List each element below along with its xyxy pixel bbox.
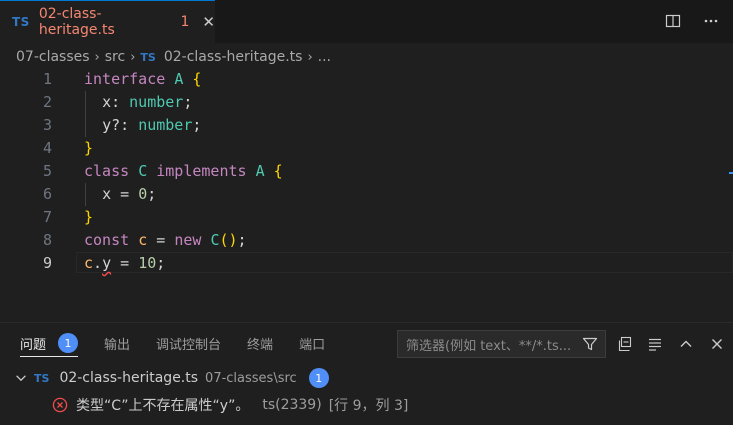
problems-filter-input[interactable]: 筛选器(例如 text、**/*.ts... bbox=[397, 330, 606, 358]
code-text: c.y = 10; bbox=[84, 254, 166, 272]
tab-label: 终端 bbox=[247, 337, 274, 353]
line-number: 2 bbox=[42, 93, 52, 111]
tab-filename: 02-class-heritage.ts bbox=[38, 6, 115, 38]
typescript-file-icon: TS bbox=[34, 371, 50, 385]
filter-placeholder: 筛选器(例如 text、**/*.ts... bbox=[406, 338, 572, 354]
collapse-all-icon[interactable] bbox=[614, 334, 633, 353]
problems-panel: 问题 1 输出 调试控制台 终端 端口 筛选器(例如 text、**/*.ts.… bbox=[0, 322, 733, 425]
close-icon[interactable]: ✕ bbox=[202, 13, 215, 31]
code-text: } bbox=[84, 139, 94, 157]
problem-file-count-badge: 1 bbox=[308, 368, 329, 388]
view-as-list-icon[interactable] bbox=[645, 334, 664, 353]
code-line: 6 x = 0; bbox=[0, 183, 733, 206]
tab-ports[interactable]: 端口 bbox=[299, 323, 325, 363]
tab-label: 调试控制台 bbox=[156, 337, 222, 353]
chevron-down-icon[interactable] bbox=[14, 371, 28, 385]
tab-problems[interactable]: 问题 1 bbox=[20, 323, 79, 363]
typescript-file-icon: TS bbox=[140, 50, 156, 64]
line-number: 7 bbox=[42, 208, 52, 226]
editor-actions bbox=[663, 11, 721, 31]
close-panel-icon[interactable] bbox=[707, 334, 726, 353]
line-number: 3 bbox=[42, 116, 52, 134]
code-line: 2 x: number; bbox=[0, 91, 733, 114]
problems-count-badge: 1 bbox=[58, 333, 79, 353]
problem-location: [行 9，列 3] bbox=[328, 398, 409, 414]
line-number: 6 bbox=[42, 185, 52, 203]
line-number: 9 bbox=[42, 254, 52, 272]
code-text: class C implements A { bbox=[84, 162, 283, 180]
tab-label: 端口 bbox=[299, 337, 326, 353]
breadcrumb-item-symbol[interactable]: ... bbox=[318, 49, 331, 65]
code-text: x: number; bbox=[102, 93, 193, 111]
maximize-panel-icon[interactable] bbox=[676, 334, 695, 353]
tab-problem-count: 1 bbox=[180, 14, 190, 30]
code-text: interface A { bbox=[84, 70, 202, 88]
more-actions-icon[interactable] bbox=[701, 11, 721, 31]
code-line: 7 } bbox=[0, 206, 733, 229]
code-text: x = 0; bbox=[102, 185, 157, 203]
error-icon bbox=[52, 397, 68, 413]
tab-label: 问题 bbox=[20, 337, 47, 353]
chevron-right-icon: › bbox=[307, 49, 313, 65]
line-number: 4 bbox=[42, 139, 52, 157]
code-line: 8 const c = new C(); bbox=[0, 229, 733, 252]
code-line: 3 y?: number; bbox=[0, 114, 733, 137]
editor-tab-active[interactable]: TS 02-class-heritage.ts 1 ✕ bbox=[0, 0, 215, 43]
panel-tabs: 问题 1 输出 调试控制台 终端 端口 bbox=[0, 323, 325, 363]
problem-message: 类型“C”上不存在属性“y”。 bbox=[76, 398, 250, 414]
code-line: 4 } bbox=[0, 137, 733, 160]
breadcrumb-item-file[interactable]: 02-class-heritage.ts bbox=[164, 49, 303, 65]
split-editor-icon[interactable] bbox=[663, 11, 683, 31]
code-line: 1 interface A { bbox=[0, 68, 733, 91]
line-number: 8 bbox=[42, 231, 52, 249]
chevron-right-icon: › bbox=[130, 49, 136, 65]
tab-label: 输出 bbox=[104, 337, 131, 353]
code-editor[interactable]: 1 interface A { 2 x: number; 3 y?: numbe… bbox=[0, 68, 733, 322]
line-number: 1 bbox=[42, 70, 52, 88]
breadcrumb-item-folder[interactable]: 07-classes bbox=[16, 49, 90, 65]
chevron-right-icon: › bbox=[94, 49, 100, 65]
typescript-file-icon: TS bbox=[12, 15, 30, 29]
editor-tab-bar: TS 02-class-heritage.ts 1 ✕ bbox=[0, 0, 733, 43]
tab-output[interactable]: 输出 bbox=[104, 323, 130, 363]
problem-file-group[interactable]: TS 02-class-heritage.ts 07-classes\src 1 bbox=[14, 368, 329, 388]
panel-actions bbox=[614, 334, 726, 353]
code-line-active: 9 c.y = 10; bbox=[0, 252, 733, 275]
tab-terminal[interactable]: 终端 bbox=[247, 323, 273, 363]
breadcrumb-item-src[interactable]: src bbox=[105, 49, 125, 65]
problem-file-name: 02-class-heritage.ts bbox=[59, 370, 199, 386]
code-text: const c = new C(); bbox=[84, 231, 247, 249]
problem-file-path: 07-classes\src bbox=[205, 370, 297, 386]
code-text: y?: number; bbox=[102, 116, 202, 134]
breadcrumb: 07-classes › src › TS 02-class-heritage.… bbox=[16, 47, 331, 67]
tab-debug-console[interactable]: 调试控制台 bbox=[156, 323, 221, 363]
problem-item[interactable]: 类型“C”上不存在属性“y”。 ts(2339) [行 9，列 3] bbox=[52, 394, 408, 416]
error-squiggle: y bbox=[102, 254, 112, 272]
code-line: 5 class C implements A { bbox=[0, 160, 733, 183]
filter-icon[interactable] bbox=[579, 336, 601, 352]
code-text: } bbox=[84, 208, 94, 226]
line-number: 5 bbox=[42, 162, 52, 180]
current-line-highlight bbox=[76, 252, 733, 273]
problem-source: ts(2339) bbox=[262, 397, 322, 413]
